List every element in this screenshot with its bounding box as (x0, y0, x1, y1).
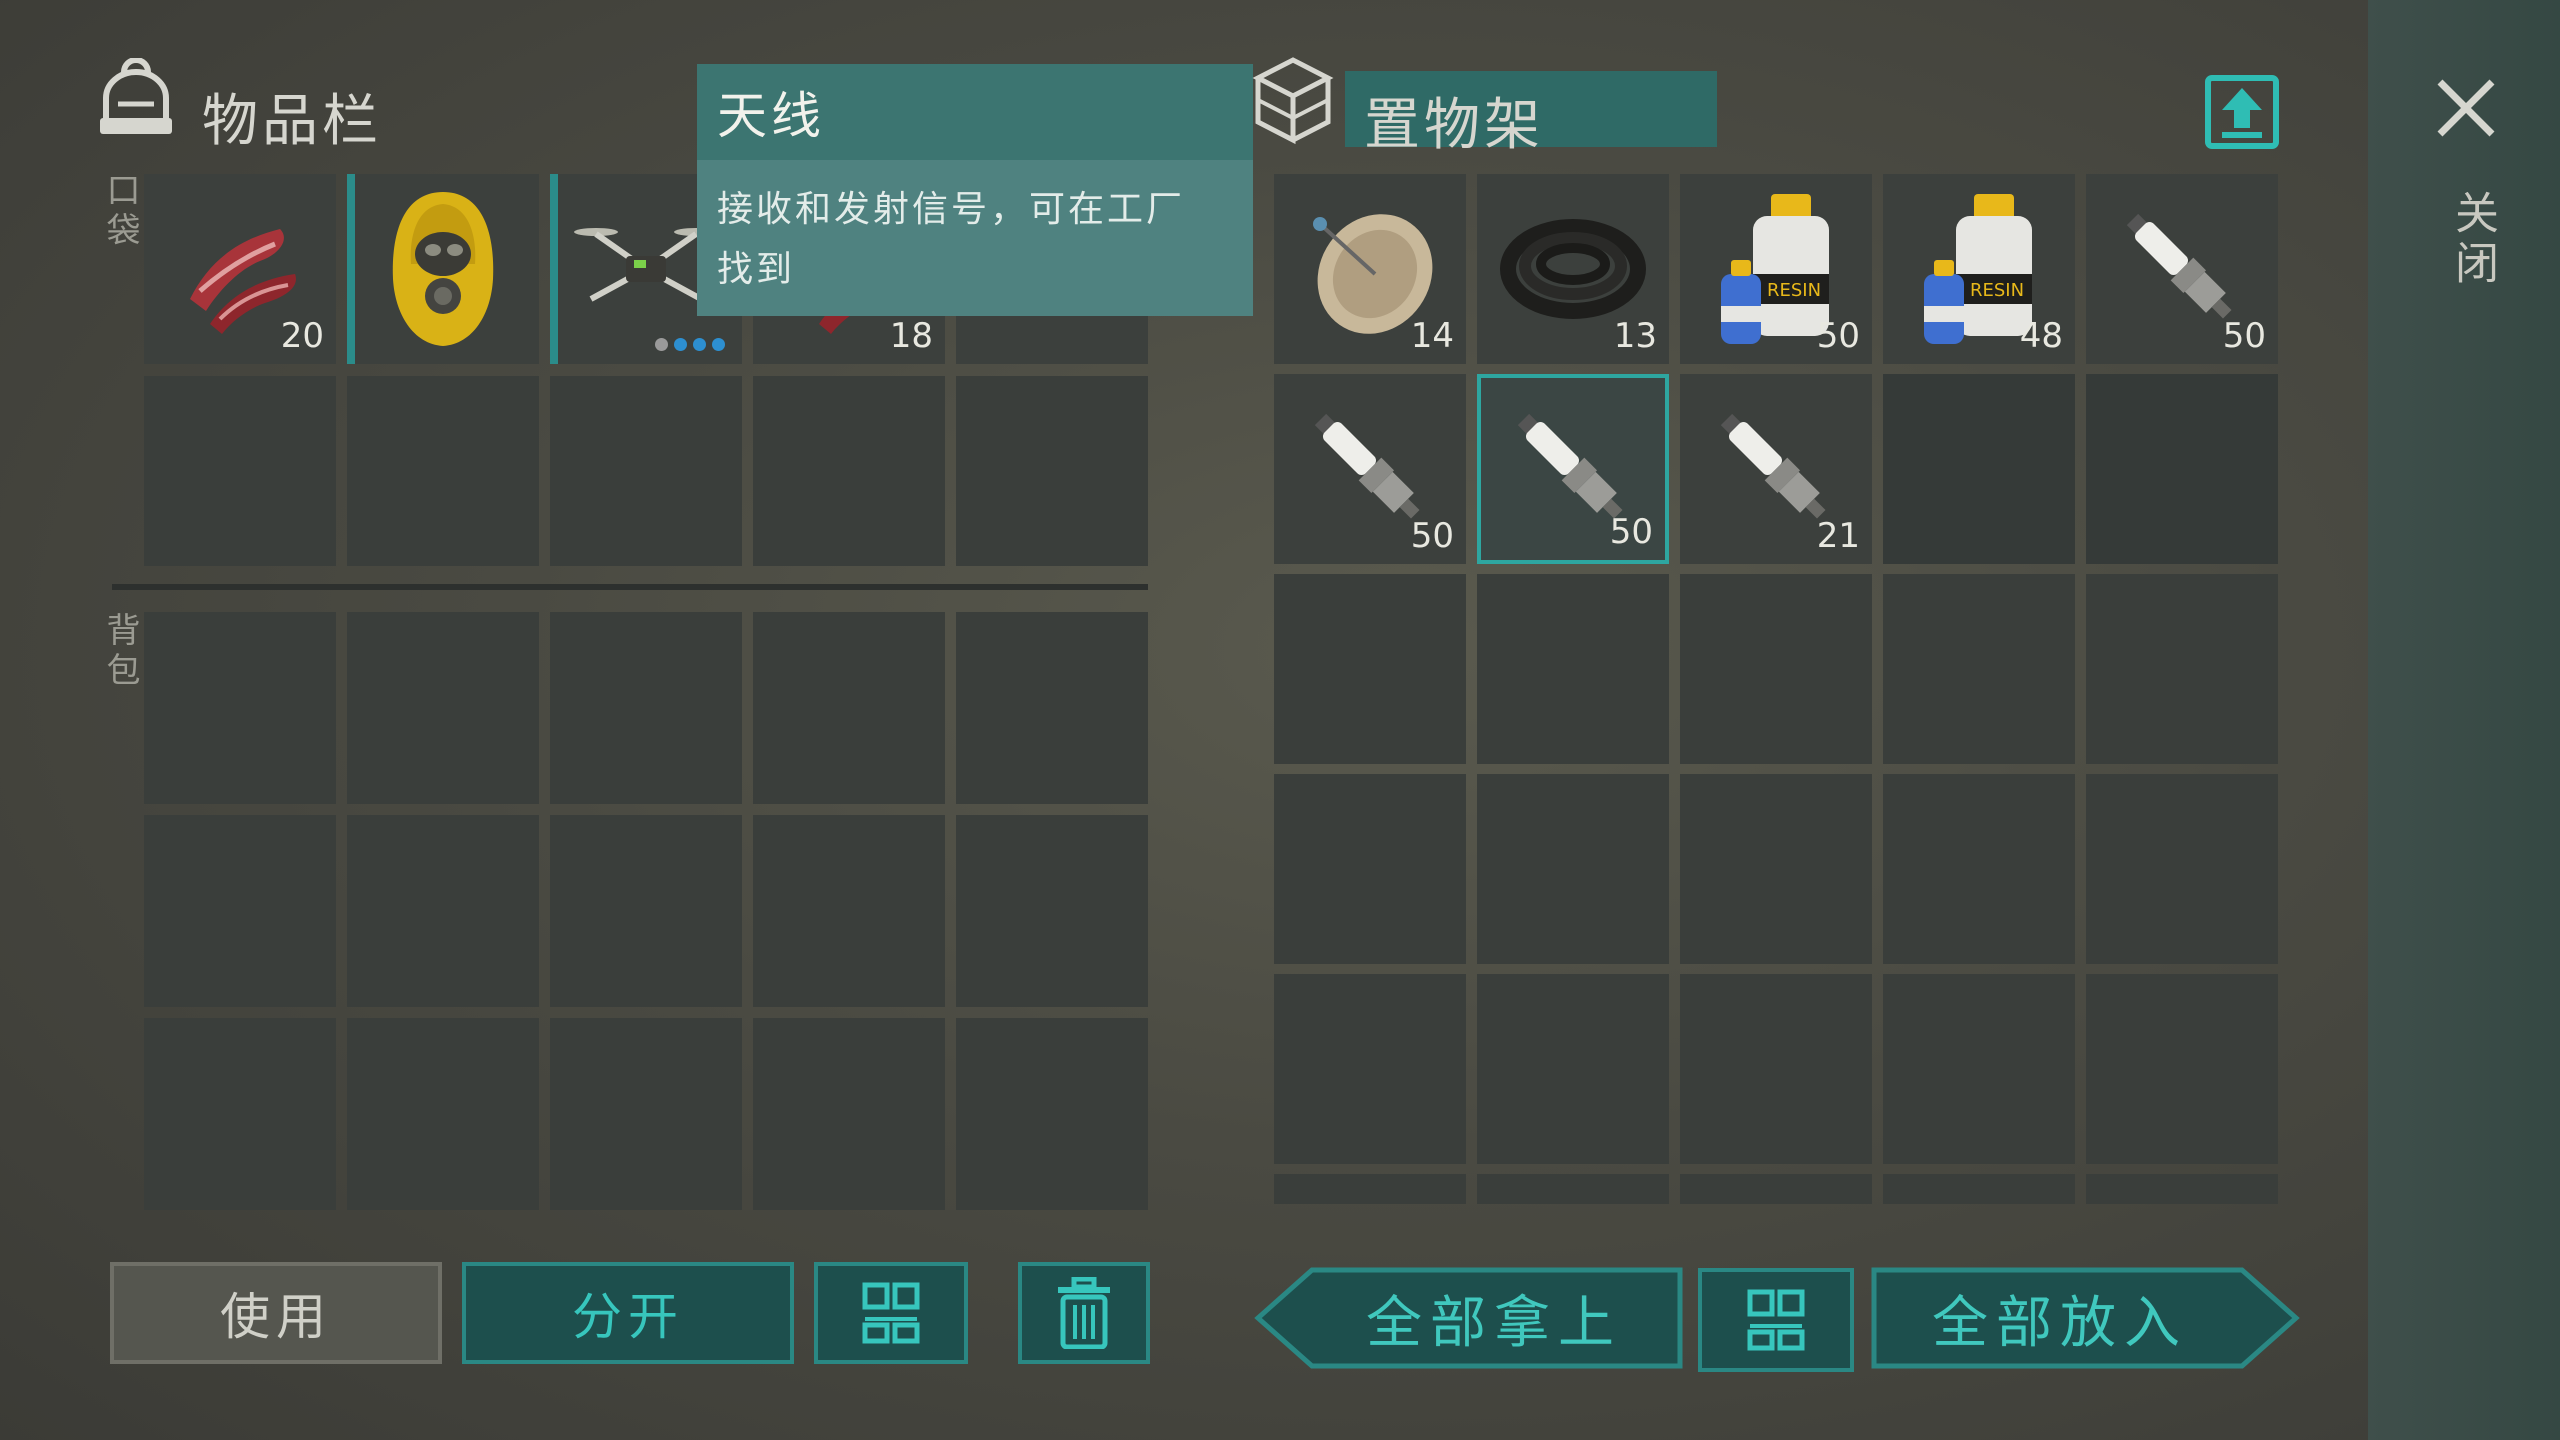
pocket-label: 口袋 (100, 172, 140, 252)
pocket-slot-10[interactable] (956, 376, 1148, 566)
slot-indicator-dots (655, 338, 725, 351)
tooltip-description: 接收和发射信号，可在工厂 找到 (697, 160, 1253, 300)
shelf-icon (1250, 52, 1336, 148)
storage-slot[interactable] (1883, 574, 2075, 764)
backpack-slot[interactable] (956, 815, 1148, 1007)
pocket-slot-6[interactable] (144, 376, 336, 566)
item-count: 50 (1816, 316, 1860, 356)
storage-slot[interactable] (1680, 774, 1872, 964)
pocket-slot-8[interactable] (550, 376, 742, 566)
storage-slot[interactable] (2086, 974, 2278, 1164)
pocket-slot-1[interactable]: 20 (144, 174, 336, 364)
storage-slot[interactable] (1883, 974, 2075, 1164)
pocket-slot-2[interactable] (347, 174, 539, 364)
storage-slot-9[interactable] (1883, 374, 2075, 564)
pocket-slot-9[interactable] (753, 376, 945, 566)
storage-slot[interactable] (1680, 1174, 1872, 1204)
svg-text:RESIN: RESIN (1767, 280, 1821, 301)
backpack-icon (96, 57, 176, 142)
backpack-slot[interactable] (956, 1018, 1148, 1210)
storage-slot[interactable] (1477, 974, 1669, 1164)
pocket-slot-7[interactable] (347, 376, 539, 566)
trash-icon (1058, 1277, 1110, 1349)
storage-slot[interactable] (1477, 774, 1669, 964)
storage-slot-1[interactable]: 14 (1274, 174, 1466, 364)
backpack-slot[interactable] (347, 1018, 539, 1210)
item-count: 50 (1410, 516, 1454, 556)
close-icon[interactable] (2434, 76, 2498, 140)
sort-button[interactable] (814, 1262, 968, 1364)
backpack-slot[interactable] (956, 612, 1148, 804)
take-all-button[interactable]: 全部拿上 (1254, 1266, 1684, 1370)
storage-slot[interactable] (2086, 774, 2278, 964)
storage-grid: 14 13 RESIN 50 RESIN 48 50 50 50 21 (1274, 174, 2278, 1208)
storage-slot-5[interactable]: 50 (2086, 174, 2278, 364)
item-count: 48 (2019, 316, 2063, 356)
tooltip-description-line-2: 找到 (717, 249, 796, 290)
backpack-grid (144, 612, 1148, 1210)
backpack-slot[interactable] (753, 815, 945, 1007)
grid-sort-icon (862, 1282, 920, 1344)
storage-slot[interactable] (1477, 574, 1669, 764)
backpack-slot[interactable] (753, 612, 945, 804)
storage-slot[interactable] (1883, 1174, 2075, 1204)
storage-slot-3[interactable]: RESIN 50 (1680, 174, 1872, 364)
svg-text:RESIN: RESIN (1970, 280, 2024, 301)
storage-slot[interactable] (1680, 974, 1872, 1164)
item-count: 50 (1609, 512, 1653, 552)
item-count: 14 (1410, 316, 1454, 356)
item-tooltip: 天线 接收和发射信号，可在工厂 找到 (697, 64, 1253, 316)
inventory-title: 物品栏 (202, 89, 382, 154)
section-divider (112, 584, 1148, 590)
put-all-button[interactable]: 全部放入 (1870, 1266, 2300, 1370)
backpack-slot[interactable] (550, 612, 742, 804)
storage-slot[interactable] (2086, 1174, 2278, 1204)
backpack-slot[interactable] (144, 1018, 336, 1210)
storage-slot-8[interactable]: 21 (1680, 374, 1872, 564)
item-count: 18 (889, 316, 933, 356)
storage-sort-button[interactable] (1698, 1268, 1854, 1372)
tooltip-description-line-1: 接收和发射信号，可在工厂 (717, 189, 1186, 230)
put-all-label: 全部放入 (1932, 1290, 2188, 1356)
storage-slot[interactable] (1477, 1174, 1669, 1204)
item-count: 21 (1816, 516, 1860, 556)
storage-slot-6[interactable]: 50 (1274, 374, 1466, 564)
grid-sort-icon (1747, 1289, 1805, 1351)
storage-slot[interactable] (1680, 574, 1872, 764)
backpack-slot[interactable] (550, 1018, 742, 1210)
storage-slot-7-selected[interactable]: 50 (1477, 374, 1669, 564)
storage-slot-2[interactable]: 13 (1477, 174, 1669, 364)
storage-slot[interactable] (1274, 774, 1466, 964)
backpack-slot[interactable] (347, 612, 539, 804)
storage-slot-10[interactable] (2086, 374, 2278, 564)
storage-slot-4[interactable]: RESIN 48 (1883, 174, 2075, 364)
storage-slot[interactable] (1274, 574, 1466, 764)
storage-slot[interactable] (1883, 774, 2075, 964)
storage-slot[interactable] (1274, 974, 1466, 1164)
use-button[interactable]: 使用 (110, 1262, 442, 1364)
hazmat-hood-icon (347, 174, 539, 364)
tooltip-title: 天线 (697, 64, 1253, 160)
transfer-up-icon[interactable] (2204, 74, 2280, 150)
item-count: 13 (1613, 316, 1657, 356)
split-button[interactable]: 分开 (462, 1262, 794, 1364)
backpack-slot[interactable] (144, 815, 336, 1007)
backpack-label: 背包 (100, 612, 140, 692)
backpack-slot[interactable] (144, 612, 336, 804)
storage-slot[interactable] (1274, 1174, 1466, 1204)
storage-title: 置物架 (1364, 93, 1544, 158)
take-all-label: 全部拿上 (1366, 1290, 1622, 1356)
item-count: 20 (280, 316, 324, 356)
delete-button[interactable] (1018, 1262, 1150, 1364)
storage-slot[interactable] (2086, 574, 2278, 764)
backpack-slot[interactable] (347, 815, 539, 1007)
backpack-slot[interactable] (550, 815, 742, 1007)
item-count: 50 (2222, 316, 2266, 356)
close-label[interactable]: 关闭 (2440, 190, 2504, 290)
backpack-slot[interactable] (753, 1018, 945, 1210)
